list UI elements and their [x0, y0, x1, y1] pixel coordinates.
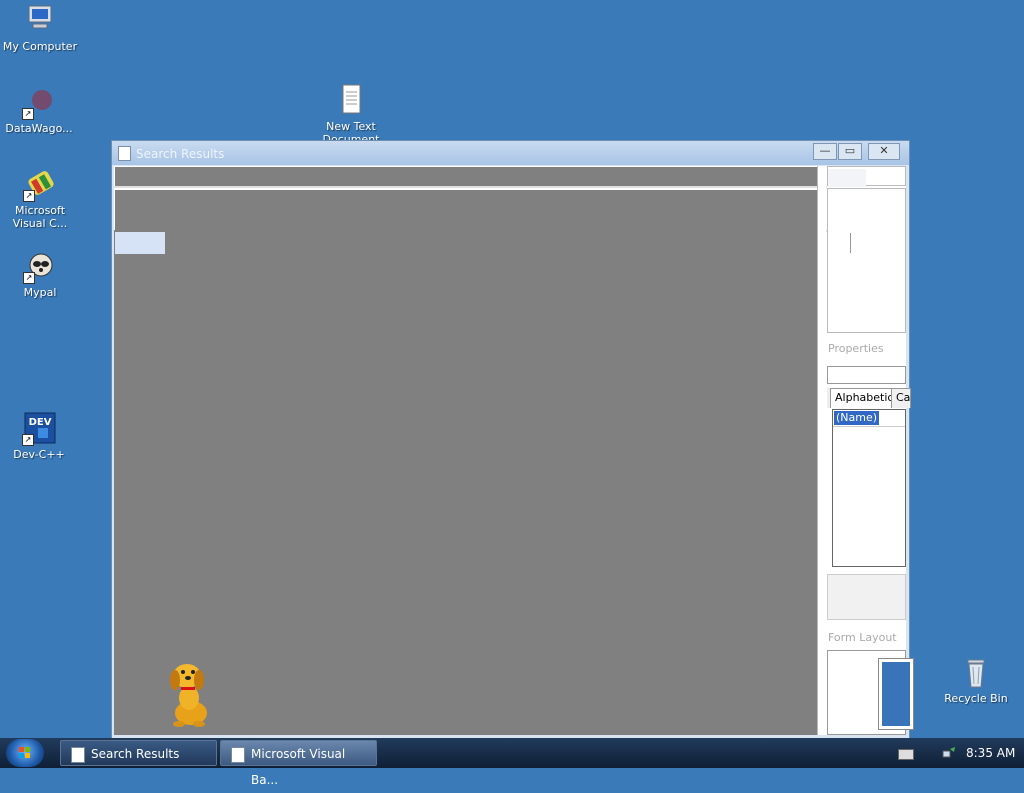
desktop-icon-new-text-document[interactable]: New Text Document	[312, 84, 390, 142]
divider	[114, 186, 906, 188]
properties-panel-title: Properties	[828, 342, 884, 355]
desktop-icon-label: My Computer	[2, 40, 78, 53]
mypal-icon: ↗	[23, 250, 57, 284]
shortcut-arrow-icon: ↗	[23, 272, 35, 284]
recycle-bin-icon	[959, 656, 993, 690]
ide-client-area: Properties Alphabetic Ca (Name) Form Lay…	[114, 166, 914, 735]
datawagon-icon: ↗	[22, 86, 56, 120]
toolbar-area[interactable]	[115, 190, 817, 230]
shortcut-arrow-icon: ↗	[23, 190, 35, 202]
tree-line	[850, 233, 851, 253]
form-layout-monitor-preview[interactable]	[878, 658, 914, 730]
object-selector-combo[interactable]	[827, 366, 906, 384]
taskbar: Search Results Microsoft Visual Ba... 8:…	[0, 738, 1024, 787]
property-name-selected[interactable]: (Name)	[834, 411, 880, 425]
clock[interactable]: 8:35 AM	[966, 746, 1015, 760]
start-button[interactable]	[6, 739, 44, 767]
form-layout-title: Form Layout	[828, 631, 897, 644]
system-tray: 8:35 AM	[890, 738, 1024, 768]
desktop-icon-my-computer[interactable]: My Computer	[1, 4, 79, 53]
desktop-icon-recycle-bin[interactable]: Recycle Bin	[940, 656, 1012, 705]
search-companion-dog-icon[interactable]	[163, 658, 223, 728]
desktop-icon-label: New Text Document	[322, 120, 380, 142]
document-icon	[71, 747, 85, 763]
desktop-icon-mypal[interactable]: ↗ Mypal	[1, 250, 79, 299]
properties-tab-strip: Alphabetic Ca	[827, 388, 911, 408]
maximize-button[interactable]: ▭	[838, 143, 862, 160]
network-icon[interactable]	[942, 746, 956, 760]
minimize-button[interactable]: —	[813, 143, 837, 160]
taskbar-item-search-results[interactable]: Search Results	[60, 740, 217, 766]
splitter-bar[interactable]	[817, 166, 826, 735]
shortcut-arrow-icon: ↗	[22, 108, 34, 120]
title-bar[interactable]: Search Results — ▭ ✕	[112, 141, 909, 165]
property-description-box	[827, 574, 906, 620]
keyboard-icon[interactable]	[898, 749, 914, 760]
desktop-icon-devcpp[interactable]: DEV ↗ Dev-C++	[0, 412, 78, 461]
close-button[interactable]: ✕	[868, 143, 900, 160]
toolbox-tab[interactable]	[115, 232, 165, 254]
desktop-icon-datawagon[interactable]: ↗ DataWago...	[0, 86, 78, 135]
grid-row-divider	[833, 426, 905, 427]
menu-bar-area[interactable]	[115, 167, 817, 186]
shortcut-arrow-icon: ↗	[22, 434, 34, 446]
desktop-icon-label: Recycle Bin	[944, 692, 1008, 705]
desktop-icon-visual-c[interactable]: ↗ Microsoft Visual C...	[1, 168, 79, 230]
desktop-icon-label: Microsoft Visual C...	[12, 204, 68, 230]
devcpp-badge-text: DEV	[29, 417, 52, 428]
property-grid[interactable]: (Name)	[832, 409, 906, 567]
tab-categorized[interactable]: Ca	[891, 388, 911, 408]
desktop-icon-label: Dev-C++	[13, 448, 65, 461]
tab-alphabetic[interactable]: Alphabetic	[830, 388, 899, 408]
windows-logo-icon	[19, 747, 30, 758]
text-document-icon	[334, 84, 368, 118]
project-toolbar-button[interactable]	[828, 169, 866, 187]
form-layout-panel[interactable]	[827, 650, 914, 735]
taskbar-item-label: Search Results	[91, 747, 180, 761]
desktop-icon-label: DataWago...	[5, 122, 73, 135]
visual-c-icon: ↗	[23, 168, 57, 202]
search-results-window[interactable]: Search Results — ▭ ✕ Properties Alphabet…	[111, 140, 914, 739]
window-title: Search Results	[136, 147, 225, 161]
visual-basic-icon	[231, 747, 245, 763]
taskbar-item-visual-basic[interactable]: Microsoft Visual Ba...	[220, 740, 377, 787]
devcpp-icon: DEV ↗	[22, 412, 56, 446]
desktop-icon-label: Mypal	[23, 286, 57, 299]
right-dock-panel: Properties Alphabetic Ca (Name) Form Lay…	[827, 166, 914, 735]
window-document-icon	[118, 146, 131, 161]
project-explorer-tree[interactable]	[827, 188, 906, 333]
computer-icon	[23, 4, 57, 38]
project-toolbar[interactable]	[827, 166, 906, 187]
taskbar-item-label: Microsoft Visual Ba...	[251, 747, 346, 787]
